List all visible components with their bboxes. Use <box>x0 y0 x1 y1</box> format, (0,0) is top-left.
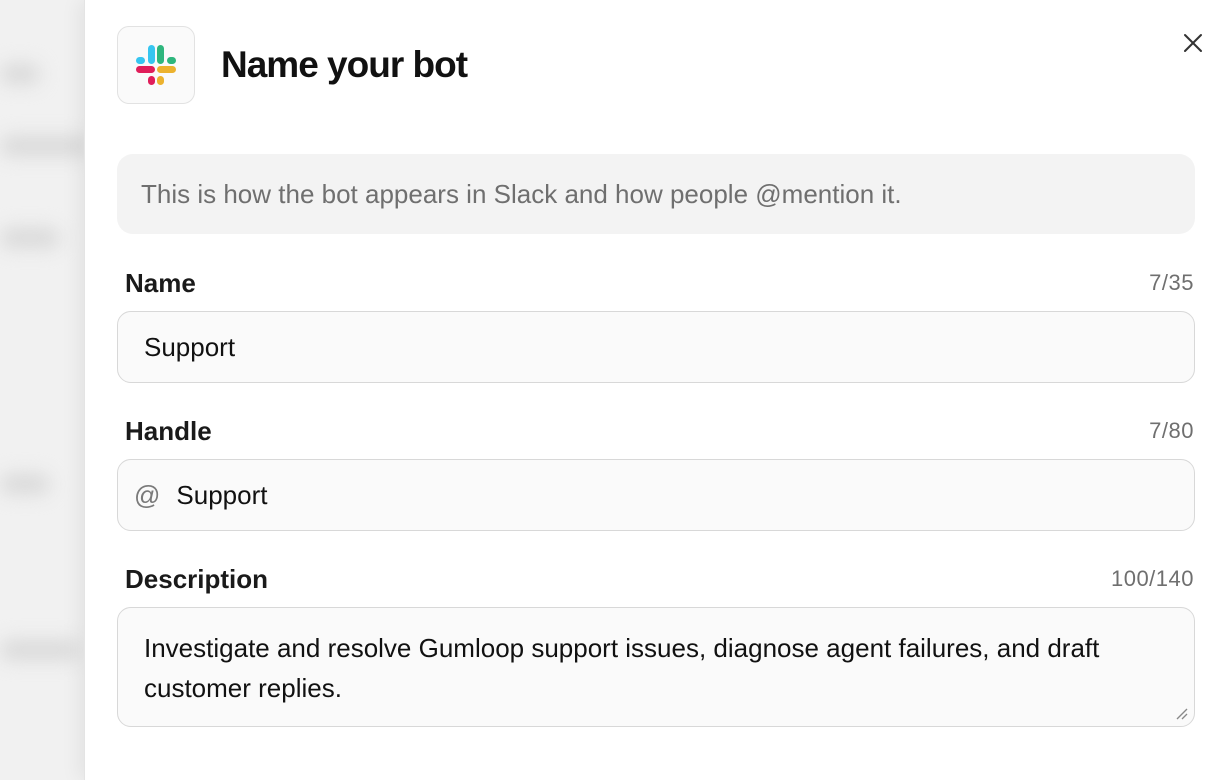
handle-char-count: 7/80 <box>1149 418 1194 443</box>
description-label: Description <box>125 564 269 594</box>
bot-settings-panel: Name your bot This is how the bot appear… <box>84 0 1220 780</box>
handle-input-value: Support <box>176 479 268 510</box>
description-textarea-value: Investigate and resolve Gumloop support … <box>144 633 1100 703</box>
description-textarea[interactable]: Investigate and resolve Gumloop support … <box>117 607 1195 727</box>
info-text: This is how the bot appears in Slack and… <box>141 178 902 209</box>
close-button[interactable] <box>1180 30 1206 56</box>
close-icon <box>1184 34 1202 52</box>
page-title: Name your bot <box>221 44 468 85</box>
name-char-count: 7/35 <box>1149 270 1194 295</box>
slack-logo-icon <box>117 26 195 104</box>
at-sign-icon: @ <box>134 479 161 510</box>
description-char-count: 100/140 <box>1110 566 1194 591</box>
name-input-value: Support <box>144 331 236 362</box>
name-label: Name <box>125 268 196 298</box>
resize-handle-icon[interactable] <box>1174 706 1188 720</box>
handle-input[interactable]: @ Support <box>117 459 1195 531</box>
background-page <box>0 0 84 780</box>
name-input[interactable]: Support <box>117 311 1195 383</box>
handle-label: Handle <box>125 416 212 446</box>
info-banner: This is how the bot appears in Slack and… <box>117 154 1195 234</box>
panel-header: Name your bot <box>117 26 468 104</box>
